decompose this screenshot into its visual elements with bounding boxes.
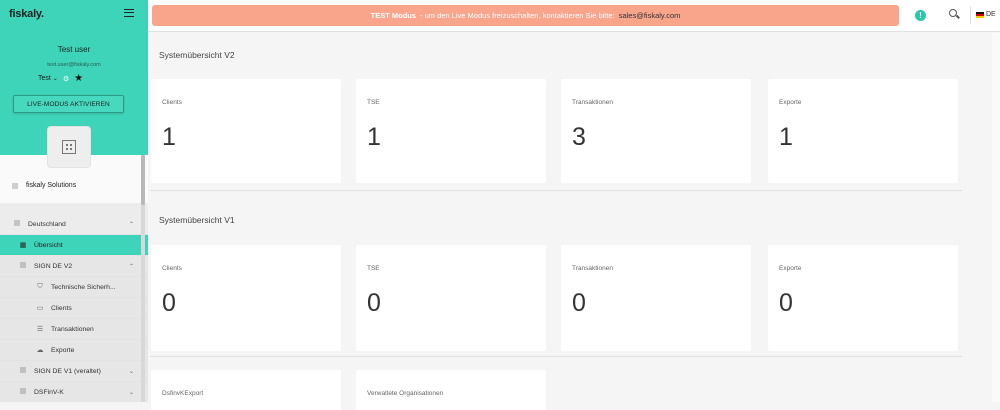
user-name: Test user: [57, 45, 91, 54]
devices-icon: ▭: [36, 305, 44, 312]
sidebar-item-deutschland[interactable]: Deutschland ⌃: [0, 214, 148, 235]
gear-icon[interactable]: ⚙: [63, 75, 69, 83]
stat-card-dsfinvk-export[interactable]: DsfinvKExport: [151, 370, 341, 410]
main-content: Systemübersicht V2 Clients 1 TSE 1 Trans…: [148, 33, 1000, 410]
card-value: 1: [162, 123, 176, 151]
card-value: 1: [779, 123, 793, 151]
activate-live-mode-button[interactable]: LIVE-MODUS AKTIVIEREN: [13, 95, 124, 113]
stat-card-clients-v2[interactable]: Clients 1: [151, 79, 341, 183]
hamburger-menu-icon[interactable]: [124, 9, 134, 17]
banner-mode: TEST Modus: [370, 11, 417, 20]
alert-icon[interactable]: !: [915, 10, 926, 21]
organization-avatar: [48, 127, 90, 167]
shield-icon: ⛉: [37, 283, 43, 290]
section-divider: [150, 190, 962, 191]
sidebar-item-dsfinvk[interactable]: DSFinV-K ⌄: [0, 382, 148, 402]
grid-icon: [20, 367, 26, 373]
stat-card-transaktionen-v2[interactable]: Transaktionen 3: [561, 79, 751, 183]
organization-selector[interactable]: fiskaly Solutions: [12, 182, 76, 189]
stat-card-exporte-v2[interactable]: Exporte 1: [768, 79, 958, 183]
stat-card-clients-v1[interactable]: Clients 0: [151, 245, 341, 351]
dashboard-icon: ▦: [19, 242, 27, 249]
divider: [970, 7, 971, 24]
grid-icon: [20, 388, 26, 394]
sidebar-item-label: Deutschland: [28, 220, 66, 228]
section-divider: [150, 356, 962, 357]
chevron-down-icon: ⌄: [52, 76, 58, 82]
card-label: Transaktionen: [572, 99, 613, 106]
sidebar-item-uebersicht[interactable]: ▦ Übersicht: [0, 235, 148, 256]
sidebar-nav: Deutschland ⌃ ▦ Übersicht SIGN DE V2 ⌃ ⛉…: [0, 214, 148, 402]
stat-card-transaktionen-v1[interactable]: Transaktionen 0: [561, 245, 751, 351]
sidebar-item-label: SIGN DE V1 (veraltet): [34, 367, 101, 375]
card-label: DsfinvKExport: [162, 390, 204, 397]
stat-card-tse-v2[interactable]: TSE 1: [356, 79, 546, 183]
card-label: Clients: [162, 99, 182, 106]
sidebar-item-sign-de-v1[interactable]: SIGN DE V1 (veraltet) ⌄: [0, 361, 148, 382]
chevron-down-icon: ⌄: [128, 368, 134, 375]
card-value: 0: [572, 289, 586, 317]
building-icon: [62, 140, 76, 154]
search-icon[interactable]: [949, 9, 957, 17]
user-email: test.user@fiskaly.com: [47, 62, 101, 68]
main-scrollbar[interactable]: [992, 33, 1000, 402]
sidebar-item-transaktionen[interactable]: ☰ Transaktionen: [0, 319, 148, 340]
stat-card-exporte-v1[interactable]: Exporte 0: [768, 245, 958, 351]
section-title-v1: Systemübersicht V1: [159, 215, 235, 225]
grid-icon: [12, 182, 18, 189]
card-value: 0: [162, 289, 176, 317]
sidebar-item-tss[interactable]: ⛉ Technische Sicherh...: [0, 277, 148, 298]
card-label: Transaktionen: [572, 265, 613, 272]
sidebar-scrollbar-thumb[interactable]: [141, 155, 145, 205]
card-label: Exporte: [779, 265, 802, 272]
card-value: 0: [367, 289, 381, 317]
card-label: TSE: [367, 265, 380, 272]
environment-row: Test ⌄ ⚙ ★: [38, 73, 83, 84]
language-label: DE: [986, 11, 996, 18]
language-selector[interactable]: DE: [976, 11, 996, 18]
stat-card-managed-organizations[interactable]: Verwaltete Organisationen: [356, 370, 546, 410]
cloud-download-icon: ☁: [36, 347, 44, 354]
chevron-down-icon: ⌄: [128, 389, 134, 396]
grid-icon: [14, 220, 20, 226]
sidebar-item-label: Übersicht: [34, 241, 63, 249]
grid-icon: [20, 262, 26, 268]
german-flag-icon: [976, 11, 984, 18]
card-label: TSE: [367, 99, 380, 106]
environment-label: Test: [38, 75, 51, 82]
star-icon[interactable]: ★: [74, 73, 83, 84]
section-title-v2: Systemübersicht V2: [159, 50, 235, 60]
banner-text: - um den Live Modus freizuschalten, kont…: [420, 11, 615, 20]
logo[interactable]: fiskaly.: [9, 8, 44, 20]
environment-select[interactable]: Test ⌄: [38, 75, 58, 82]
card-value: 3: [572, 123, 586, 151]
sidebar: fiskaly. Test user test.user@fiskaly.com…: [0, 0, 148, 402]
card-value: 1: [367, 123, 381, 151]
card-label: Clients: [162, 265, 182, 272]
sidebar-item-exporte[interactable]: ☁ Exporte: [0, 340, 148, 361]
list-icon: ☰: [36, 326, 44, 333]
sidebar-item-label: Transaktionen: [51, 325, 94, 333]
organization-name: fiskaly Solutions: [26, 182, 77, 189]
banner-email-link[interactable]: sales@fiskaly.com: [619, 11, 681, 20]
sidebar-item-label: Clients: [51, 304, 72, 312]
card-label: Verwaltete Organisationen: [367, 390, 444, 397]
test-mode-banner: TEST Modus - um den Live Modus freizusch…: [152, 5, 899, 26]
sidebar-item-sign-de-v2[interactable]: SIGN DE V2 ⌃: [0, 256, 148, 277]
sidebar-item-label: Technische Sicherh...: [51, 283, 116, 291]
sidebar-item-clients[interactable]: ▭ Clients: [0, 298, 148, 319]
sidebar-item-label: Exporte: [51, 346, 75, 354]
top-bar: TEST Modus - um den Live Modus freizusch…: [148, 0, 1000, 32]
sidebar-item-label: DSFinV-K: [34, 388, 64, 396]
card-label: Exporte: [779, 99, 802, 106]
stat-card-tse-v1[interactable]: TSE 0: [356, 245, 546, 351]
card-value: 0: [779, 289, 793, 317]
chevron-up-icon: ⌃: [128, 263, 134, 270]
chevron-up-icon: ⌃: [128, 221, 134, 228]
sidebar-item-label: SIGN DE V2: [34, 262, 73, 270]
